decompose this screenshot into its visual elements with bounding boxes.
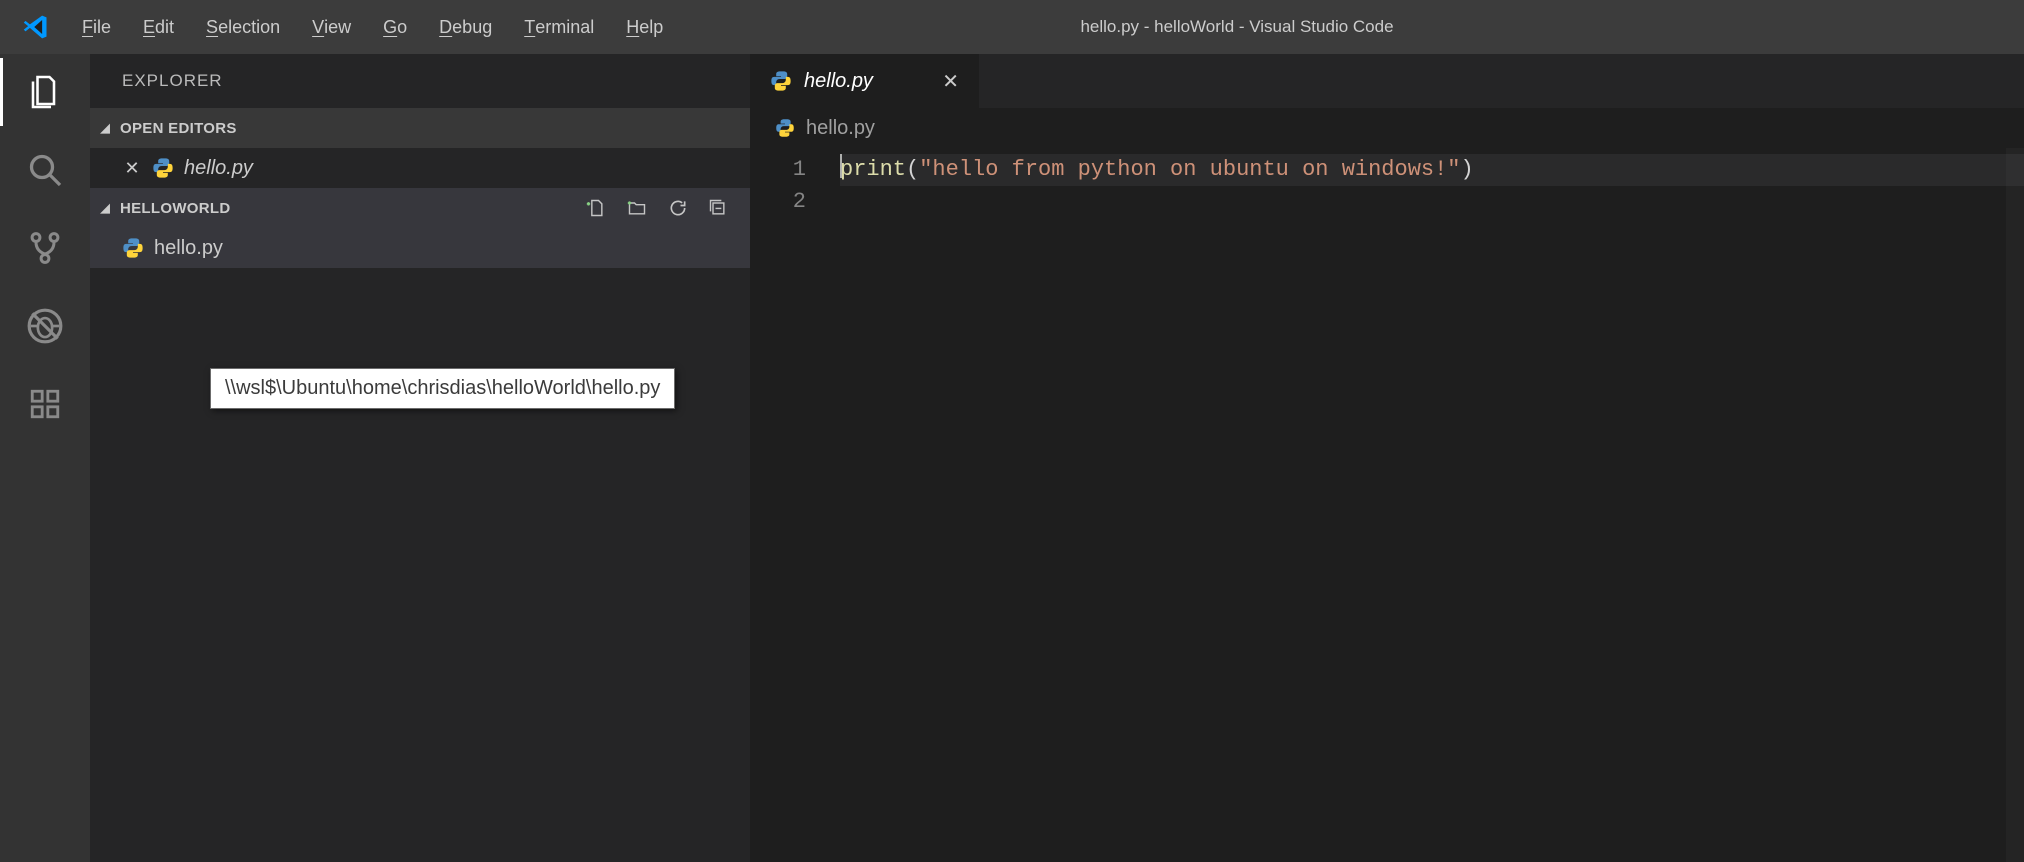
python-icon bbox=[774, 117, 796, 139]
open-editor-filename: hello.py bbox=[184, 157, 253, 180]
source-control-icon[interactable] bbox=[21, 224, 69, 272]
refresh-icon[interactable] bbox=[668, 198, 688, 218]
debug-icon[interactable] bbox=[21, 302, 69, 350]
menu-bar: File Edit Selection View Go Debug Termin… bbox=[66, 0, 679, 54]
title-bar: File Edit Selection View Go Debug Termin… bbox=[0, 0, 2024, 54]
search-icon[interactable] bbox=[21, 146, 69, 194]
code-line[interactable]: print("hello from python on ubuntu on wi… bbox=[840, 154, 2024, 186]
menu-go[interactable]: Go bbox=[367, 0, 423, 54]
editor-tab[interactable]: hello.py ✕ bbox=[750, 54, 980, 108]
line-number: 2 bbox=[750, 186, 806, 218]
menu-terminal[interactable]: Terminal bbox=[508, 0, 610, 54]
menu-file[interactable]: File bbox=[66, 0, 127, 54]
menu-view[interactable]: View bbox=[296, 0, 367, 54]
explorer-icon[interactable] bbox=[21, 68, 69, 116]
new-file-icon[interactable] bbox=[586, 198, 606, 218]
sidebar-title: EXPLORER bbox=[90, 54, 750, 108]
chevron-down-icon: ◢ bbox=[98, 120, 112, 136]
open-editor-row[interactable]: ✕ hello.py bbox=[90, 148, 750, 188]
activity-bar bbox=[0, 54, 90, 862]
open-editors-header[interactable]: ◢ OPEN EDITORS bbox=[90, 108, 750, 148]
collapse-all-icon[interactable] bbox=[708, 198, 728, 218]
menu-selection[interactable]: Selection bbox=[190, 0, 296, 54]
path-tooltip: \\wsl$\Ubuntu\home\chrisdias\helloWorld\… bbox=[210, 368, 675, 409]
breadcrumb[interactable]: hello.py bbox=[750, 108, 2024, 148]
chevron-down-icon: ◢ bbox=[98, 200, 112, 216]
code-line[interactable] bbox=[840, 186, 2024, 218]
editor-area: hello.py ✕ hello.py 1 2 print("hello fro… bbox=[750, 54, 2024, 862]
close-icon[interactable]: ✕ bbox=[942, 69, 959, 94]
tab-bar: hello.py ✕ bbox=[750, 54, 2024, 108]
vertical-scrollbar[interactable] bbox=[2006, 148, 2024, 862]
close-icon[interactable]: ✕ bbox=[122, 158, 142, 179]
workbench: EXPLORER ◢ OPEN EDITORS ✕ hello.py ◢ HEL… bbox=[0, 54, 2024, 862]
menu-debug[interactable]: Debug bbox=[423, 0, 508, 54]
tab-title: hello.py bbox=[804, 70, 873, 93]
folder-label: HELLOWORLD bbox=[120, 200, 230, 217]
python-icon bbox=[152, 157, 174, 179]
new-folder-icon[interactable] bbox=[626, 198, 648, 218]
python-icon bbox=[122, 237, 144, 259]
gutter: 1 2 bbox=[750, 148, 840, 862]
vscode-logo-icon bbox=[6, 13, 66, 41]
breadcrumb-file: hello.py bbox=[806, 117, 875, 140]
line-number: 1 bbox=[750, 154, 806, 186]
tree-file-name: hello.py bbox=[154, 237, 223, 260]
folder-header[interactable]: ◢ HELLOWORLD bbox=[90, 188, 750, 228]
menu-edit[interactable]: Edit bbox=[127, 0, 190, 54]
extensions-icon[interactable] bbox=[21, 380, 69, 428]
code-editor[interactable]: 1 2 print("hello from python on ubuntu o… bbox=[750, 148, 2024, 862]
sidebar: EXPLORER ◢ OPEN EDITORS ✕ hello.py ◢ HEL… bbox=[90, 54, 750, 862]
tree-file-row[interactable]: hello.py bbox=[90, 228, 750, 268]
python-icon bbox=[770, 70, 792, 92]
menu-help[interactable]: Help bbox=[610, 0, 679, 54]
open-editors-label: OPEN EDITORS bbox=[120, 120, 237, 137]
